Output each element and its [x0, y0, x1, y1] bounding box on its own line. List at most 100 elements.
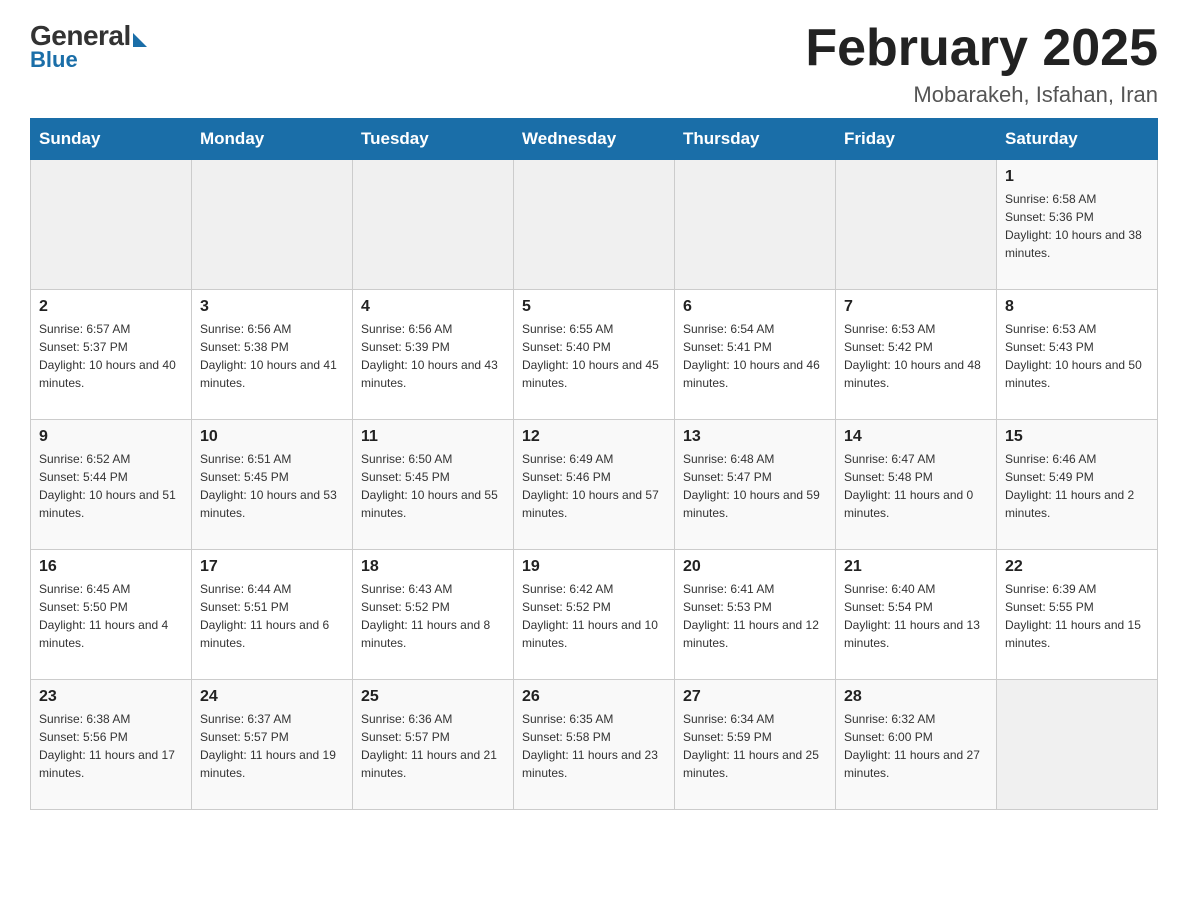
weekday-header-row: SundayMondayTuesdayWednesdayThursdayFrid…: [31, 119, 1158, 160]
day-number: 10: [200, 428, 344, 446]
day-info: Sunrise: 6:52 AMSunset: 5:44 PMDaylight:…: [39, 450, 183, 522]
day-number: 18: [361, 558, 505, 576]
calendar-header: SundayMondayTuesdayWednesdayThursdayFrid…: [31, 119, 1158, 160]
day-number: 24: [200, 688, 344, 706]
calendar-cell: 6 Sunrise: 6:54 AMSunset: 5:41 PMDaylight…: [675, 290, 836, 420]
calendar-cell: 26Sunrise: 6:35 AMSunset: 5:58 PMDayligh…: [514, 680, 675, 810]
day-info: Sunrise: 6:43 AMSunset: 5:52 PMDaylight:…: [361, 580, 505, 652]
day-number: 23: [39, 688, 183, 706]
day-info: Sunrise: 6:41 AMSunset: 5:53 PMDaylight:…: [683, 580, 827, 652]
day-number: 15: [1005, 428, 1149, 446]
day-number: 1: [1005, 168, 1149, 186]
weekday-header-tuesday: Tuesday: [353, 119, 514, 160]
logo: General Blue: [30, 20, 147, 73]
calendar-cell: 22 Sunrise: 6:39 AMSunset: 5:55 PMDayligh…: [997, 550, 1158, 680]
day-info: Sunrise: 6:37 AMSunset: 5:57 PMDaylight:…: [200, 710, 344, 782]
logo-blue-text: Blue: [30, 47, 78, 73]
day-number: 16: [39, 558, 183, 576]
calendar-cell: 13 Sunrise: 6:48 AMSunset: 5:47 PMDayligh…: [675, 420, 836, 550]
calendar-body: 1 Sunrise: 6:58 AMSunset: 5:36 PMDaylight…: [31, 160, 1158, 810]
day-info: Sunrise: 6:45 AMSunset: 5:50 PMDaylight:…: [39, 580, 183, 652]
day-info: Sunrise: 6:55 AMSunset: 5:40 PMDaylight:…: [522, 320, 666, 392]
calendar-cell: 5 Sunrise: 6:55 AMSunset: 5:40 PMDaylight…: [514, 290, 675, 420]
calendar-subtitle: Mobarakeh, Isfahan, Iran: [805, 82, 1158, 108]
day-number: 12: [522, 428, 666, 446]
calendar-cell: 15 Sunrise: 6:46 AMSunset: 5:49 PMDayligh…: [997, 420, 1158, 550]
day-info: Sunrise: 6:56 AMSunset: 5:38 PMDaylight:…: [200, 320, 344, 392]
page-header: General Blue February 2025 Mobarakeh, Is…: [30, 20, 1158, 108]
day-info: Sunrise: 6:44 AMSunset: 5:51 PMDaylight:…: [200, 580, 344, 652]
day-number: 20: [683, 558, 827, 576]
calendar-cell: 14Sunrise: 6:47 AMSunset: 5:48 PMDayligh…: [836, 420, 997, 550]
day-info: Sunrise: 6:58 AMSunset: 5:36 PMDaylight:…: [1005, 190, 1149, 262]
calendar-cell: 23 Sunrise: 6:38 AMSunset: 5:56 PMDayligh…: [31, 680, 192, 810]
day-number: 9: [39, 428, 183, 446]
day-number: 7: [844, 298, 988, 316]
day-info: Sunrise: 6:40 AMSunset: 5:54 PMDaylight:…: [844, 580, 988, 652]
calendar-cell: 7 Sunrise: 6:53 AMSunset: 5:42 PMDaylight…: [836, 290, 997, 420]
calendar-cell: 17 Sunrise: 6:44 AMSunset: 5:51 PMDayligh…: [192, 550, 353, 680]
calendar-week-row: 1 Sunrise: 6:58 AMSunset: 5:36 PMDaylight…: [31, 160, 1158, 290]
calendar-cell: [836, 160, 997, 290]
calendar-week-row: 23 Sunrise: 6:38 AMSunset: 5:56 PMDayligh…: [31, 680, 1158, 810]
calendar-cell: 27Sunrise: 6:34 AMSunset: 5:59 PMDayligh…: [675, 680, 836, 810]
day-number: 4: [361, 298, 505, 316]
weekday-header-sunday: Sunday: [31, 119, 192, 160]
calendar-cell: [514, 160, 675, 290]
day-number: 8: [1005, 298, 1149, 316]
weekday-header-monday: Monday: [192, 119, 353, 160]
calendar-cell: [31, 160, 192, 290]
day-number: 2: [39, 298, 183, 316]
day-info: Sunrise: 6:54 AMSunset: 5:41 PMDaylight:…: [683, 320, 827, 392]
calendar-cell: 25Sunrise: 6:36 AMSunset: 5:57 PMDayligh…: [353, 680, 514, 810]
calendar-cell: 28 Sunrise: 6:32 AMSunset: 6:00 PMDayligh…: [836, 680, 997, 810]
day-info: Sunrise: 6:38 AMSunset: 5:56 PMDaylight:…: [39, 710, 183, 782]
day-info: Sunrise: 6:57 AMSunset: 5:37 PMDaylight:…: [39, 320, 183, 392]
weekday-header-thursday: Thursday: [675, 119, 836, 160]
day-number: 5: [522, 298, 666, 316]
weekday-header-friday: Friday: [836, 119, 997, 160]
day-number: 17: [200, 558, 344, 576]
day-number: 11: [361, 428, 505, 446]
calendar-cell: [675, 160, 836, 290]
day-number: 6: [683, 298, 827, 316]
calendar-cell: 1 Sunrise: 6:58 AMSunset: 5:36 PMDaylight…: [997, 160, 1158, 290]
day-number: 3: [200, 298, 344, 316]
calendar-cell: 11 Sunrise: 6:50 AMSunset: 5:45 PMDayligh…: [353, 420, 514, 550]
day-info: Sunrise: 6:56 AMSunset: 5:39 PMDaylight:…: [361, 320, 505, 392]
day-number: 26: [522, 688, 666, 706]
calendar-cell: 19 Sunrise: 6:42 AMSunset: 5:52 PMDayligh…: [514, 550, 675, 680]
day-number: 22: [1005, 558, 1149, 576]
calendar-cell: 20 Sunrise: 6:41 AMSunset: 5:53 PMDayligh…: [675, 550, 836, 680]
day-info: Sunrise: 6:46 AMSunset: 5:49 PMDaylight:…: [1005, 450, 1149, 522]
day-info: Sunrise: 6:36 AMSunset: 5:57 PMDaylight:…: [361, 710, 505, 782]
day-info: Sunrise: 6:50 AMSunset: 5:45 PMDaylight:…: [361, 450, 505, 522]
calendar-cell: 12 Sunrise: 6:49 AMSunset: 5:46 PMDayligh…: [514, 420, 675, 550]
calendar-cell: 9 Sunrise: 6:52 AMSunset: 5:44 PMDaylight…: [31, 420, 192, 550]
calendar-cell: [192, 160, 353, 290]
day-info: Sunrise: 6:49 AMSunset: 5:46 PMDaylight:…: [522, 450, 666, 522]
logo-arrow-icon: [133, 33, 147, 47]
title-section: February 2025 Mobarakeh, Isfahan, Iran: [805, 20, 1158, 108]
day-number: 28: [844, 688, 988, 706]
calendar-title: February 2025: [805, 20, 1158, 77]
calendar-cell: 4 Sunrise: 6:56 AMSunset: 5:39 PMDaylight…: [353, 290, 514, 420]
calendar-cell: [997, 680, 1158, 810]
day-number: 19: [522, 558, 666, 576]
day-info: Sunrise: 6:42 AMSunset: 5:52 PMDaylight:…: [522, 580, 666, 652]
day-info: Sunrise: 6:48 AMSunset: 5:47 PMDaylight:…: [683, 450, 827, 522]
day-info: Sunrise: 6:51 AMSunset: 5:45 PMDaylight:…: [200, 450, 344, 522]
day-info: Sunrise: 6:39 AMSunset: 5:55 PMDaylight:…: [1005, 580, 1149, 652]
day-info: Sunrise: 6:53 AMSunset: 5:42 PMDaylight:…: [844, 320, 988, 392]
calendar-cell: 10 Sunrise: 6:51 AMSunset: 5:45 PMDayligh…: [192, 420, 353, 550]
calendar-table: SundayMondayTuesdayWednesdayThursdayFrid…: [30, 118, 1158, 810]
calendar-cell: 8 Sunrise: 6:53 AMSunset: 5:43 PMDaylight…: [997, 290, 1158, 420]
day-info: Sunrise: 6:53 AMSunset: 5:43 PMDaylight:…: [1005, 320, 1149, 392]
day-number: 13: [683, 428, 827, 446]
weekday-header-saturday: Saturday: [997, 119, 1158, 160]
calendar-week-row: 2 Sunrise: 6:57 AMSunset: 5:37 PMDaylight…: [31, 290, 1158, 420]
day-info: Sunrise: 6:47 AMSunset: 5:48 PMDaylight:…: [844, 450, 988, 522]
calendar-cell: 2 Sunrise: 6:57 AMSunset: 5:37 PMDaylight…: [31, 290, 192, 420]
day-info: Sunrise: 6:32 AMSunset: 6:00 PMDaylight:…: [844, 710, 988, 782]
calendar-week-row: 16 Sunrise: 6:45 AMSunset: 5:50 PMDayligh…: [31, 550, 1158, 680]
